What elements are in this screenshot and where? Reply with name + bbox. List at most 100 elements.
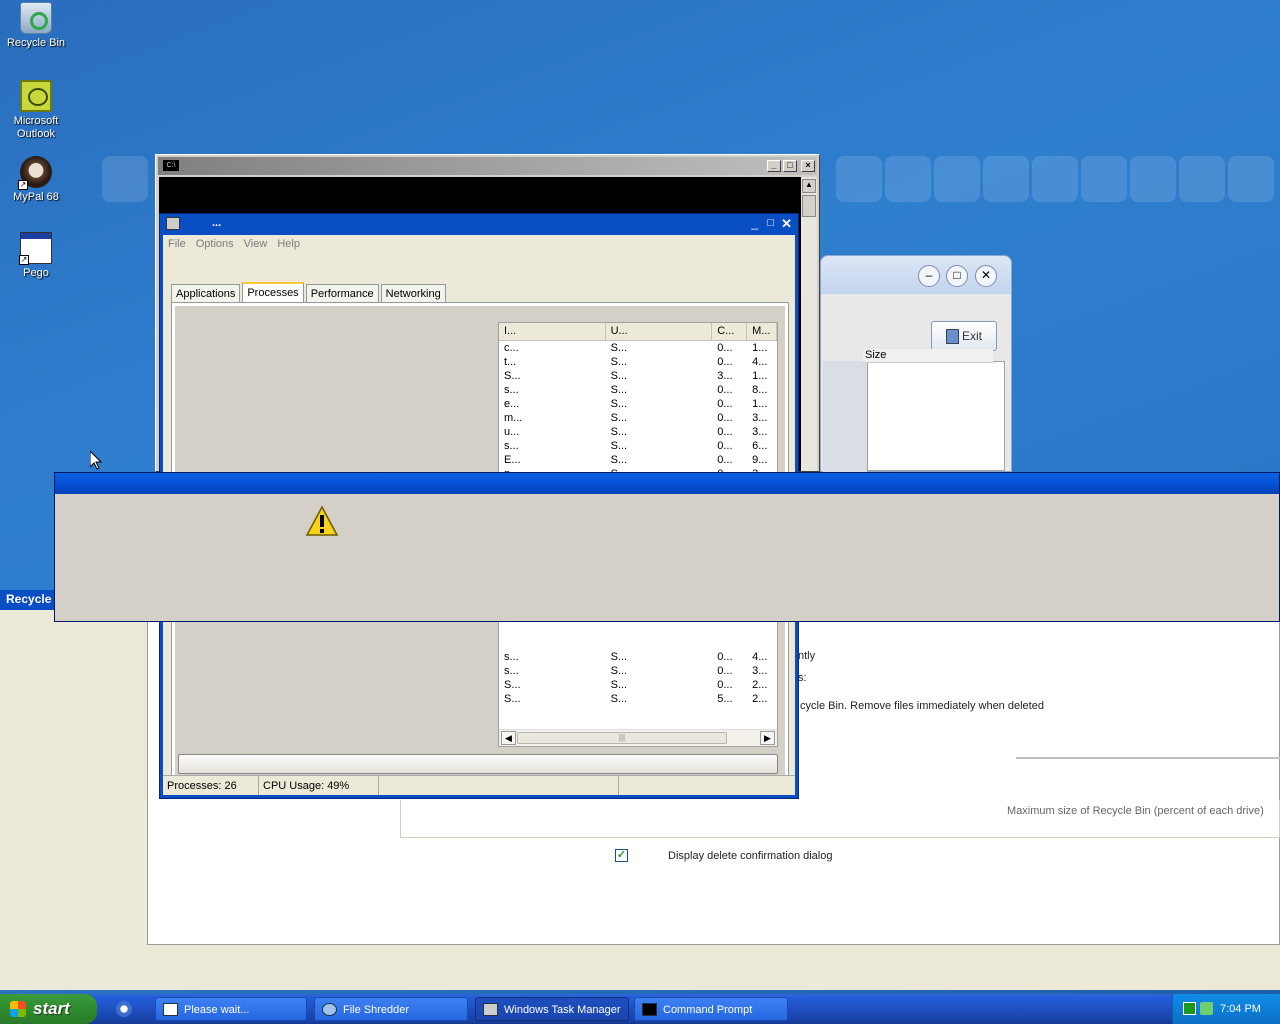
process-cell: S... (610, 665, 628, 677)
process-row[interactable]: S... S... 0... 2... (499, 678, 777, 692)
process-row[interactable]: S... S... 3... 1... (499, 369, 777, 383)
tab-networking[interactable]: Networking (380, 284, 446, 303)
process-cell: 4... (752, 651, 768, 663)
column-image-name[interactable]: I... (499, 323, 606, 340)
process-cell: 0... (717, 426, 733, 438)
taskbar: start Please wait... File Shredder Windo… (0, 994, 1280, 1024)
shredder-file-list[interactable]: Size (863, 349, 1005, 471)
menu-options[interactable]: Options (191, 235, 239, 253)
taskbar-button-please-wait[interactable]: Please wait... (155, 997, 307, 1021)
confirm-dialog-checkbox[interactable]: ✓ (615, 849, 628, 862)
taskbar-button-label: Windows Task Manager (504, 1004, 621, 1016)
bg-tile (983, 156, 1029, 202)
taskbar-button-command-prompt[interactable]: Command Prompt (634, 997, 788, 1021)
maximize-button[interactable]: □ (783, 160, 797, 172)
taskbar-button-file-shredder[interactable]: File Shredder (314, 997, 468, 1021)
process-cell: 3... (752, 426, 768, 438)
warning-icon (306, 505, 338, 536)
tab-performance[interactable]: Performance (305, 284, 379, 303)
tab-applications[interactable]: Applications (171, 284, 241, 303)
process-cell: 0... (717, 440, 733, 452)
system-tray: 7:04 PM (1172, 994, 1280, 1024)
process-cell: 1... (752, 398, 768, 410)
scroll-thumb[interactable]: ||| (517, 732, 727, 744)
process-cell: 3... (717, 370, 733, 382)
process-cell: 0... (717, 356, 733, 368)
process-cell: 1... (752, 342, 768, 354)
taskbar-button-label: Please wait... (184, 1004, 250, 1016)
start-label: start (33, 999, 70, 1018)
menu-view[interactable]: View (239, 235, 273, 253)
process-cell: 4... (752, 356, 768, 368)
column-cpu[interactable]: C... (712, 323, 748, 340)
process-row[interactable]: s... S... 0... 6... (499, 439, 777, 453)
menu-bar: File Options View Help (163, 235, 795, 253)
desktop-icon-outlook[interactable]: Microsoft Outlook (0, 80, 72, 141)
minimize-button[interactable]: _ (751, 216, 758, 230)
process-row[interactable]: t... S... 0... 4... (499, 355, 777, 369)
process-row[interactable]: s... S... 0... 3... (499, 664, 777, 678)
media-player-quicklaunch-icon[interactable] (116, 1001, 132, 1017)
process-row[interactable]: c... S... 0... 1... (499, 341, 777, 355)
desktop-icon-mypal[interactable]: ↗ MyPal 68 (0, 156, 72, 204)
process-cell: S... (610, 440, 628, 452)
close-button[interactable]: × (801, 160, 815, 172)
desktop-icon-label: Pego (23, 267, 49, 279)
exit-label: Exit (962, 329, 983, 343)
minimize-button[interactable]: _ (767, 160, 781, 172)
taskbar-button-label: Command Prompt (663, 1004, 753, 1016)
scroll-right-arrow[interactable]: ▶ (760, 731, 775, 745)
process-cell: 0... (717, 342, 733, 354)
cmd-titlebar: C:\ _ □ × (158, 157, 817, 175)
process-cell: 2... (752, 679, 768, 691)
desktop-icon-recycle-bin[interactable]: Recycle Bin (0, 2, 72, 50)
process-row[interactable]: e... S... 0... 1... (499, 397, 777, 411)
process-cell: 8... (752, 384, 768, 396)
desktop-icon-pego[interactable]: ↗ Pego (0, 232, 72, 280)
close-button[interactable]: ✕ (975, 265, 997, 287)
process-row[interactable]: s... S... 0... 8... (499, 383, 777, 397)
process-cell: S... (504, 370, 521, 382)
exit-button[interactable]: Exit (931, 321, 997, 351)
horizontal-scrollbar[interactable]: ◀ ||| ▶ (499, 729, 777, 746)
maximize-button[interactable]: □ (946, 265, 968, 287)
recycle-bin-icon (20, 2, 52, 34)
desktop-icon-label: MyPal 68 (13, 191, 59, 203)
scroll-left-arrow[interactable]: ◀ (501, 731, 516, 745)
shortcut-arrow-icon: ↗ (18, 180, 28, 190)
cpu-meter-icon[interactable] (1183, 1002, 1196, 1015)
pego-icon: ↗ (19, 232, 52, 265)
clock[interactable]: 7:04 PM (1220, 1003, 1261, 1015)
exit-door-icon (946, 329, 959, 344)
max-size-slider[interactable] (1016, 757, 1280, 759)
menu-help[interactable]: Help (272, 235, 305, 253)
process-cell: S... (610, 679, 628, 691)
process-cell: 0... (717, 679, 733, 691)
process-row[interactable]: u... S... 0... 3... (499, 425, 777, 439)
menu-file[interactable]: File (163, 235, 191, 253)
end-process-button[interactable] (178, 754, 778, 774)
process-row[interactable]: s... S... 0... 4... (499, 650, 777, 664)
process-cell: S... (610, 426, 628, 438)
size-column-header[interactable]: Size (863, 349, 993, 363)
network-icon[interactable] (1200, 1002, 1213, 1015)
column-mem-usage[interactable]: M... (747, 323, 777, 340)
scroll-thumb[interactable] (802, 195, 816, 217)
column-user-name[interactable]: U... (606, 323, 713, 340)
cmd-scrollbar[interactable]: ▲ (801, 177, 817, 471)
process-row[interactable]: m... S... 0... 3... (499, 411, 777, 425)
start-button[interactable]: start (0, 994, 97, 1024)
minimize-button[interactable]: – (918, 265, 940, 287)
taskbar-button-task-manager[interactable]: Windows Task Manager (475, 997, 629, 1021)
process-row[interactable]: E... S... 0... 9... (499, 453, 777, 467)
taskmgr-titlebar: ... _ □ ✕ (160, 214, 798, 235)
maximize-button[interactable]: □ (767, 217, 774, 229)
process-cell: 0... (717, 398, 733, 410)
bg-tile (836, 156, 882, 202)
close-button[interactable]: ✕ (781, 216, 792, 232)
process-row[interactable]: S... S... 5... 2... (499, 692, 777, 706)
tab-processes[interactable]: Processes (242, 282, 304, 304)
process-cell: c... (504, 342, 519, 354)
process-list-header: I... U... C... M... (499, 323, 777, 341)
scroll-up-arrow[interactable]: ▲ (802, 179, 816, 193)
